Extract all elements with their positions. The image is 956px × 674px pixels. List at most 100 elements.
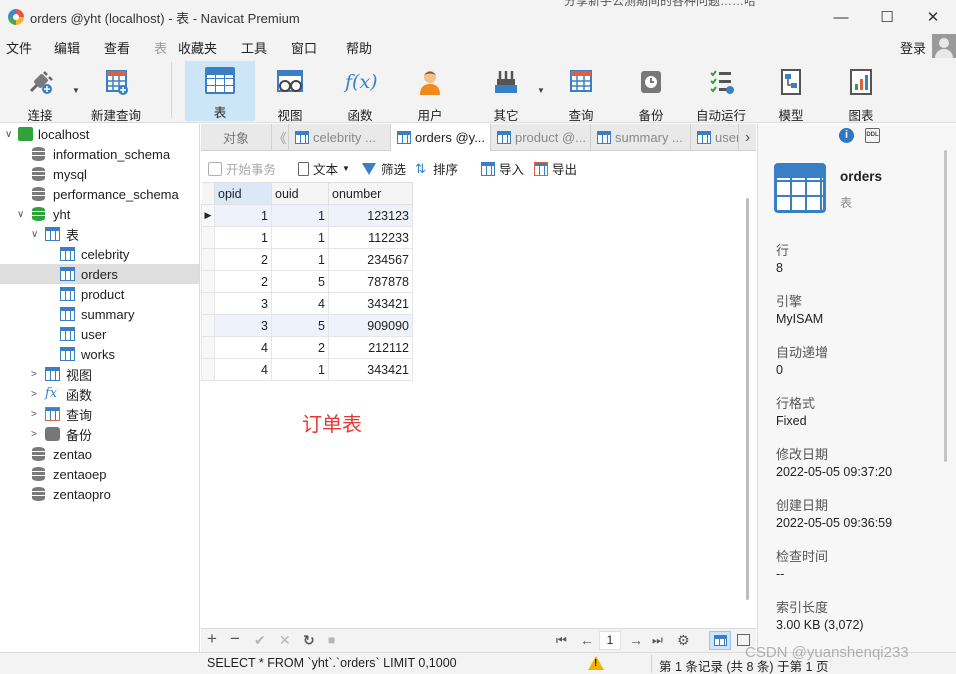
tab-orders[interactable]: orders @y...	[391, 124, 491, 151]
tree-item-product[interactable]: product	[0, 284, 199, 304]
login-button[interactable]: 登录	[900, 38, 926, 57]
cell-ouid[interactable]: 1	[271, 248, 329, 271]
new-query-button[interactable]: 新建查询	[86, 61, 146, 123]
last-page-button[interactable]: ⏭	[652, 633, 663, 648]
export-button[interactable]: 导出	[534, 159, 577, 178]
current-row-marker[interactable]: ▶	[201, 204, 215, 227]
table-row[interactable]: 4 1 343421	[201, 358, 413, 381]
tree-item-yht[interactable]: ∨ yht	[0, 204, 199, 224]
cell-onumber[interactable]: 212112	[328, 336, 413, 359]
import-button[interactable]: 导入	[481, 159, 524, 178]
backup-button[interactable]: 备份	[619, 61, 683, 123]
tab-scroll-left-icon[interactable]: 《	[272, 124, 289, 151]
stop-button[interactable]: ■	[328, 633, 335, 647]
connect-button[interactable]: 连接	[10, 61, 70, 123]
delete-record-button[interactable]: −	[230, 629, 240, 649]
cell-opid[interactable]: 4	[214, 336, 272, 359]
data-grid[interactable]: opid ouid onumber ▶ 1 1 123123 1 1 11223…	[201, 182, 741, 628]
tree-item-summary[interactable]: summary	[0, 304, 199, 324]
tree-item-functions-folder[interactable]: > fx 函数	[0, 384, 199, 404]
cell-opid[interactable]: 2	[214, 248, 272, 271]
menu-file[interactable]: 文件	[6, 38, 32, 57]
grid-vertical-scrollbar[interactable]	[741, 182, 756, 628]
previous-page-button[interactable]: ←	[580, 632, 594, 648]
refresh-button[interactable]: ↻	[303, 632, 315, 649]
menu-help[interactable]: 帮助	[346, 38, 372, 57]
tab-user[interactable]: user	[691, 124, 739, 151]
tree-item-works[interactable]: works	[0, 344, 199, 364]
minimize-button[interactable]: —	[818, 0, 864, 34]
first-page-button[interactable]: ⏮	[556, 633, 567, 648]
cell-onumber[interactable]: 234567	[328, 248, 413, 271]
tree-item-user[interactable]: user	[0, 324, 199, 344]
table-row[interactable]: 2 1 234567	[201, 248, 413, 271]
tab-celebrity[interactable]: celebrity ...	[289, 124, 391, 151]
row-selector[interactable]	[201, 270, 215, 293]
column-header-opid[interactable]: opid	[214, 182, 272, 205]
avatar[interactable]	[932, 34, 956, 58]
filter-button[interactable]: 筛选	[362, 159, 406, 178]
expand-arrow-icon[interactable]: >	[31, 369, 37, 380]
model-button[interactable]: 模型	[759, 61, 823, 123]
tree-item-mysql[interactable]: mysql	[0, 164, 199, 184]
text-view-button[interactable]: 文本 ▼	[298, 159, 350, 178]
info-icon[interactable]: i	[839, 128, 854, 143]
tables-button[interactable]: 表	[185, 61, 255, 121]
cell-opid[interactable]: 1	[214, 226, 272, 249]
tab-summary[interactable]: summary ...	[591, 124, 691, 151]
menu-view[interactable]: 查看	[104, 38, 130, 57]
grid-view-button[interactable]	[709, 631, 731, 650]
table-row[interactable]: 3 4 343421	[201, 292, 413, 315]
cell-ouid[interactable]: 2	[271, 336, 329, 359]
cell-opid[interactable]: 4	[214, 358, 272, 381]
next-page-button[interactable]: →	[629, 632, 643, 648]
expand-arrow-icon[interactable]: >	[31, 409, 37, 420]
cell-ouid[interactable]: 1	[271, 358, 329, 381]
tree-item-zentao[interactable]: zentao	[0, 444, 199, 464]
menu-edit[interactable]: 编辑	[54, 38, 80, 57]
expand-arrow-icon[interactable]: >	[31, 389, 37, 400]
table-row[interactable]: 1 1 112233	[201, 226, 413, 249]
expand-arrow-icon[interactable]: ∨	[31, 229, 38, 240]
tree-item-zentaopro[interactable]: zentaopro	[0, 484, 199, 504]
row-selector[interactable]	[201, 358, 215, 381]
tab-objects[interactable]: 对象	[201, 124, 272, 151]
tree-item-performance-schema[interactable]: performance_schema	[0, 184, 199, 204]
sort-button[interactable]: ⇅ 排序	[415, 159, 458, 178]
others-dropdown-icon[interactable]: ▼	[537, 86, 545, 95]
scrollbar-thumb[interactable]	[746, 198, 749, 600]
queries-button[interactable]: 查询	[549, 61, 613, 123]
users-button[interactable]: 用户	[398, 61, 462, 123]
tree-item-queries-folder[interactable]: > 查询	[0, 404, 199, 424]
info-panel-scrollbar[interactable]	[944, 150, 947, 462]
tree-item-backups-folder[interactable]: > 备份	[0, 424, 199, 444]
table-row[interactable]: ▶ 1 1 123123	[201, 204, 413, 227]
column-header-onumber[interactable]: onumber	[328, 182, 413, 205]
cell-ouid[interactable]: 1	[271, 204, 329, 227]
tree-item-orders[interactable]: orders	[0, 264, 199, 284]
expand-arrow-icon[interactable]: ∨	[5, 129, 12, 140]
cell-onumber[interactable]: 112233	[328, 226, 413, 249]
menu-tools[interactable]: 工具	[241, 38, 267, 57]
cell-opid[interactable]: 3	[214, 292, 272, 315]
cell-ouid[interactable]: 5	[271, 270, 329, 293]
connect-dropdown-icon[interactable]: ▼	[72, 86, 80, 95]
tab-scroll-right-icon[interactable]: ›	[739, 124, 756, 151]
grid-settings-button[interactable]: ⚙	[677, 632, 690, 649]
table-row[interactable]: 3 5 909090	[201, 314, 413, 337]
cell-onumber[interactable]: 123123	[328, 204, 413, 227]
begin-transaction-button[interactable]: 开始事务	[208, 159, 276, 178]
views-button[interactable]: 视图	[258, 61, 322, 123]
discard-changes-button[interactable]: ✕	[279, 632, 291, 649]
cell-onumber[interactable]: 343421	[328, 292, 413, 315]
tree-item-zentaoep[interactable]: zentaoep	[0, 464, 199, 484]
maximize-button[interactable]: ☐	[864, 0, 910, 34]
functions-button[interactable]: f(x) 函数	[328, 61, 392, 123]
charts-button[interactable]: 图表	[829, 61, 893, 123]
expand-arrow-icon[interactable]: ∨	[17, 209, 24, 220]
add-record-button[interactable]: +	[207, 629, 217, 649]
menu-window[interactable]: 窗口	[291, 38, 317, 57]
menu-favorites[interactable]: 收藏夹	[178, 38, 217, 57]
cell-opid[interactable]: 3	[214, 314, 272, 337]
tree-item-tables-folder[interactable]: ∨ 表	[0, 224, 199, 244]
